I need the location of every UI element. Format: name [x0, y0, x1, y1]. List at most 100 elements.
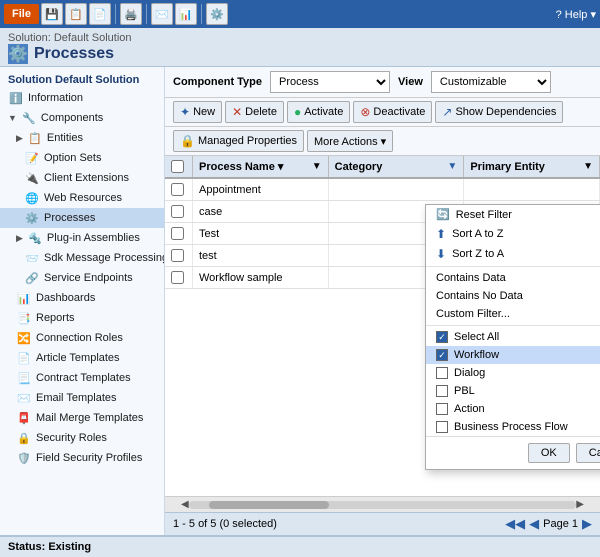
select-all-cb[interactable]: ✓ — [436, 331, 448, 343]
sort-az-label: Sort A to Z — [452, 228, 503, 240]
information-icon: ℹ️ — [8, 90, 24, 106]
sidebar-item-reports[interactable]: 📑 Reports — [0, 308, 164, 328]
dropdown-action[interactable]: Action — [426, 400, 600, 418]
sidebar-item-sdk-message[interactable]: 📨 Sdk Message Processing S... — [0, 248, 164, 268]
dropdown-custom-filter[interactable]: Custom Filter... — [426, 305, 600, 323]
sidebar-item-dashboards[interactable]: 📊 Dashboards — [0, 288, 164, 308]
sidebar-item-mail-merge-templates[interactable]: 📮 Mail Merge Templates — [0, 408, 164, 428]
more-actions-label: More Actions ▾ — [314, 135, 386, 148]
dropdown-select-all[interactable]: ✓ Select All — [426, 328, 600, 346]
select-all-label: Select All — [454, 331, 499, 343]
scroll-track[interactable] — [189, 501, 577, 509]
deactivate-button[interactable]: ⊗ Deactivate — [353, 101, 432, 123]
horizontal-scrollbar[interactable]: ◀ ▶ — [165, 496, 600, 512]
help-button[interactable]: ? Help ▾ — [556, 8, 596, 21]
sidebar-item-service-endpoints[interactable]: 🔗 Service Endpoints — [0, 268, 164, 288]
toolbar-copy-icon[interactable]: 📋 — [65, 3, 87, 25]
sidebar-item-contract-templates[interactable]: 📃 Contract Templates — [0, 368, 164, 388]
sidebar-item-email-templates[interactable]: ✉️ Email Templates — [0, 388, 164, 408]
dropdown-contains-data[interactable]: Contains Data — [426, 269, 600, 287]
toolbar-new-icon[interactable]: 📄 — [89, 3, 111, 25]
dropdown-pbl[interactable]: PBL — [426, 382, 600, 400]
sdk-icon: 📨 — [24, 250, 40, 266]
row-name-4: test — [193, 245, 329, 266]
toolbar-print-icon[interactable]: 🖨️ — [120, 3, 142, 25]
dropdown-dialog[interactable]: Dialog — [426, 364, 600, 382]
select-all-checkbox[interactable] — [171, 160, 184, 173]
dialog-label: Dialog — [454, 367, 485, 379]
dialog-cb[interactable] — [436, 367, 448, 379]
sidebar-item-web-resources[interactable]: 🌐 Web Resources — [0, 188, 164, 208]
dropdown-reset-filter[interactable]: 🔄 Reset Filter — [426, 205, 600, 224]
sidebar-item-components[interactable]: ▼ 🔧 Components — [0, 108, 164, 128]
scroll-left-arrow[interactable]: ◀ — [181, 499, 189, 510]
dropdown-sort-az[interactable]: ⬆ Sort A to Z — [426, 224, 600, 244]
more-actions-button[interactable]: More Actions ▾ — [307, 130, 393, 152]
pagination-range: 1 - 5 of 5 (0 selected) — [173, 518, 277, 530]
next-page-button[interactable]: ▶ — [582, 516, 592, 532]
col-primary-entity[interactable]: Primary Entity ▼ — [464, 156, 600, 177]
filter-icon-name[interactable]: ▼ — [312, 161, 322, 172]
dropdown-contains-no-data[interactable]: Contains No Data — [426, 287, 600, 305]
activate-button[interactable]: ● Activate — [287, 101, 350, 123]
dropdown-ok-button[interactable]: OK — [528, 443, 570, 463]
sidebar-item-connection-roles[interactable]: 🔀 Connection Roles — [0, 328, 164, 348]
category-filter-dropdown: 🔄 Reset Filter ⬆ Sort A to Z ⬇ Sort Z to… — [425, 204, 600, 470]
sidebar-label-option-sets: Option Sets — [44, 152, 101, 164]
view-select[interactable]: Customizable — [431, 71, 551, 93]
sidebar-item-security-roles[interactable]: 🔒 Security Roles — [0, 428, 164, 448]
sidebar-label-contract-templates: Contract Templates — [36, 372, 131, 384]
toolbar-save-icon[interactable]: 💾 — [41, 3, 63, 25]
field-security-icon: 🛡️ — [16, 450, 32, 466]
sidebar-item-information[interactable]: ℹ️ Information — [0, 88, 164, 108]
dropdown-workflow[interactable]: ✓ Workflow — [426, 346, 600, 364]
row-cb-2[interactable] — [165, 201, 193, 222]
toolbar-separator-2 — [146, 4, 147, 24]
show-deps-label: Show Dependencies — [455, 106, 556, 118]
sidebar-item-entities[interactable]: ▶ 📋 Entities — [0, 128, 164, 148]
sidebar-item-plugin-assemblies[interactable]: ▶ 🔩 Plug-in Assemblies — [0, 228, 164, 248]
managed-properties-button[interactable]: 🔒 Managed Properties — [173, 130, 304, 152]
scroll-right-arrow[interactable]: ▶ — [576, 499, 584, 510]
dropdown-cancel-button[interactable]: Cancel — [576, 443, 600, 463]
delete-button[interactable]: ✕ Delete — [225, 101, 284, 123]
sidebar-label-entities: Entities — [47, 132, 83, 144]
prev-page-button[interactable]: ◀ — [529, 516, 539, 532]
sidebar-label-article-templates: Article Templates — [36, 352, 120, 364]
reports-icon: 📑 — [16, 310, 32, 326]
show-dependencies-button[interactable]: ↗ Show Dependencies — [435, 101, 563, 123]
first-page-button[interactable]: ◀◀ — [505, 516, 525, 532]
filter-icon-category[interactable]: ▼ — [447, 161, 457, 172]
filter-icon-entity[interactable]: ▼ — [583, 161, 593, 172]
action-toolbar-1: ✦ New ✕ Delete ● Activate ⊗ Deactivate ↗ — [165, 98, 600, 127]
row-cb-4[interactable] — [165, 245, 193, 266]
col-process-name[interactable]: Process Name ▾ ▼ — [193, 156, 329, 177]
file-button[interactable]: File — [4, 4, 39, 24]
component-type-select[interactable]: Process — [270, 71, 390, 93]
sidebar: Solution Default Solution ℹ️ Information… — [0, 67, 165, 535]
pbl-label: PBL — [454, 385, 475, 397]
dropdown-sort-za[interactable]: ⬇ Sort Z to A — [426, 244, 600, 264]
toolbar-report-icon[interactable]: 📊 — [175, 3, 197, 25]
deactivate-icon: ⊗ — [360, 105, 370, 119]
new-button[interactable]: ✦ New — [173, 101, 222, 123]
pbl-cb[interactable] — [436, 385, 448, 397]
sidebar-item-field-security[interactable]: 🛡️ Field Security Profiles — [0, 448, 164, 468]
col-category[interactable]: Category ▼ — [329, 156, 465, 177]
security-roles-icon: 🔒 — [16, 430, 32, 446]
toolbar-settings-icon[interactable]: ⚙️ — [206, 3, 228, 25]
workflow-cb[interactable]: ✓ — [436, 349, 448, 361]
sidebar-item-option-sets[interactable]: 📝 Option Sets — [0, 148, 164, 168]
sidebar-item-processes[interactable]: ⚙️ Processes — [0, 208, 164, 228]
toolbar-email-icon[interactable]: ✉️ — [151, 3, 173, 25]
dropdown-bpf[interactable]: Business Process Flow — [426, 418, 600, 436]
row-cb-3[interactable] — [165, 223, 193, 244]
sidebar-item-article-templates[interactable]: 📄 Article Templates — [0, 348, 164, 368]
action-cb[interactable] — [436, 403, 448, 415]
scroll-thumb[interactable] — [209, 501, 329, 509]
bpf-cb[interactable] — [436, 421, 448, 433]
sidebar-item-client-extensions[interactable]: 🔌 Client Extensions — [0, 168, 164, 188]
delete-label: Delete — [245, 106, 277, 118]
row-cb-5[interactable] — [165, 267, 193, 288]
row-cb-1[interactable] — [165, 179, 193, 200]
